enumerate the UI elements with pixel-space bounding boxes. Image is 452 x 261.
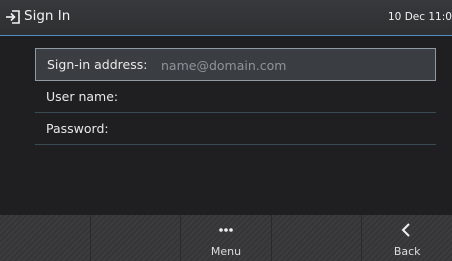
chevron-left-icon (401, 223, 410, 237)
softkey-4[interactable] (271, 215, 363, 261)
softkey-1[interactable] (0, 215, 91, 261)
more-icon (219, 228, 233, 232)
signin-address-label: Sign-in address: (47, 57, 148, 72)
sign-in-icon (6, 10, 20, 24)
header-bar: Sign In 10 Dec 11:0 (0, 0, 452, 36)
back-label: Back (393, 245, 421, 258)
sign-in-form: Sign-in address: User name: Password: (35, 48, 436, 145)
softkey-2[interactable] (90, 215, 182, 261)
menu-button[interactable]: Menu (181, 215, 272, 261)
back-button[interactable]: Back (362, 215, 452, 261)
page-title: Sign In (24, 8, 71, 24)
menu-label: Menu (210, 245, 242, 258)
softkey-bar: Menu Back (0, 215, 452, 261)
username-field[interactable] (121, 85, 426, 107)
signin-address-field[interactable] (161, 54, 431, 76)
username-label: User name: (46, 89, 119, 104)
datetime-display: 10 Dec 11:0 (388, 11, 452, 23)
username-row[interactable]: User name: (35, 81, 436, 113)
signin-address-row[interactable]: Sign-in address: (35, 48, 436, 81)
password-field[interactable] (115, 117, 425, 139)
password-row[interactable]: Password: (35, 113, 436, 145)
password-label: Password: (46, 121, 109, 136)
